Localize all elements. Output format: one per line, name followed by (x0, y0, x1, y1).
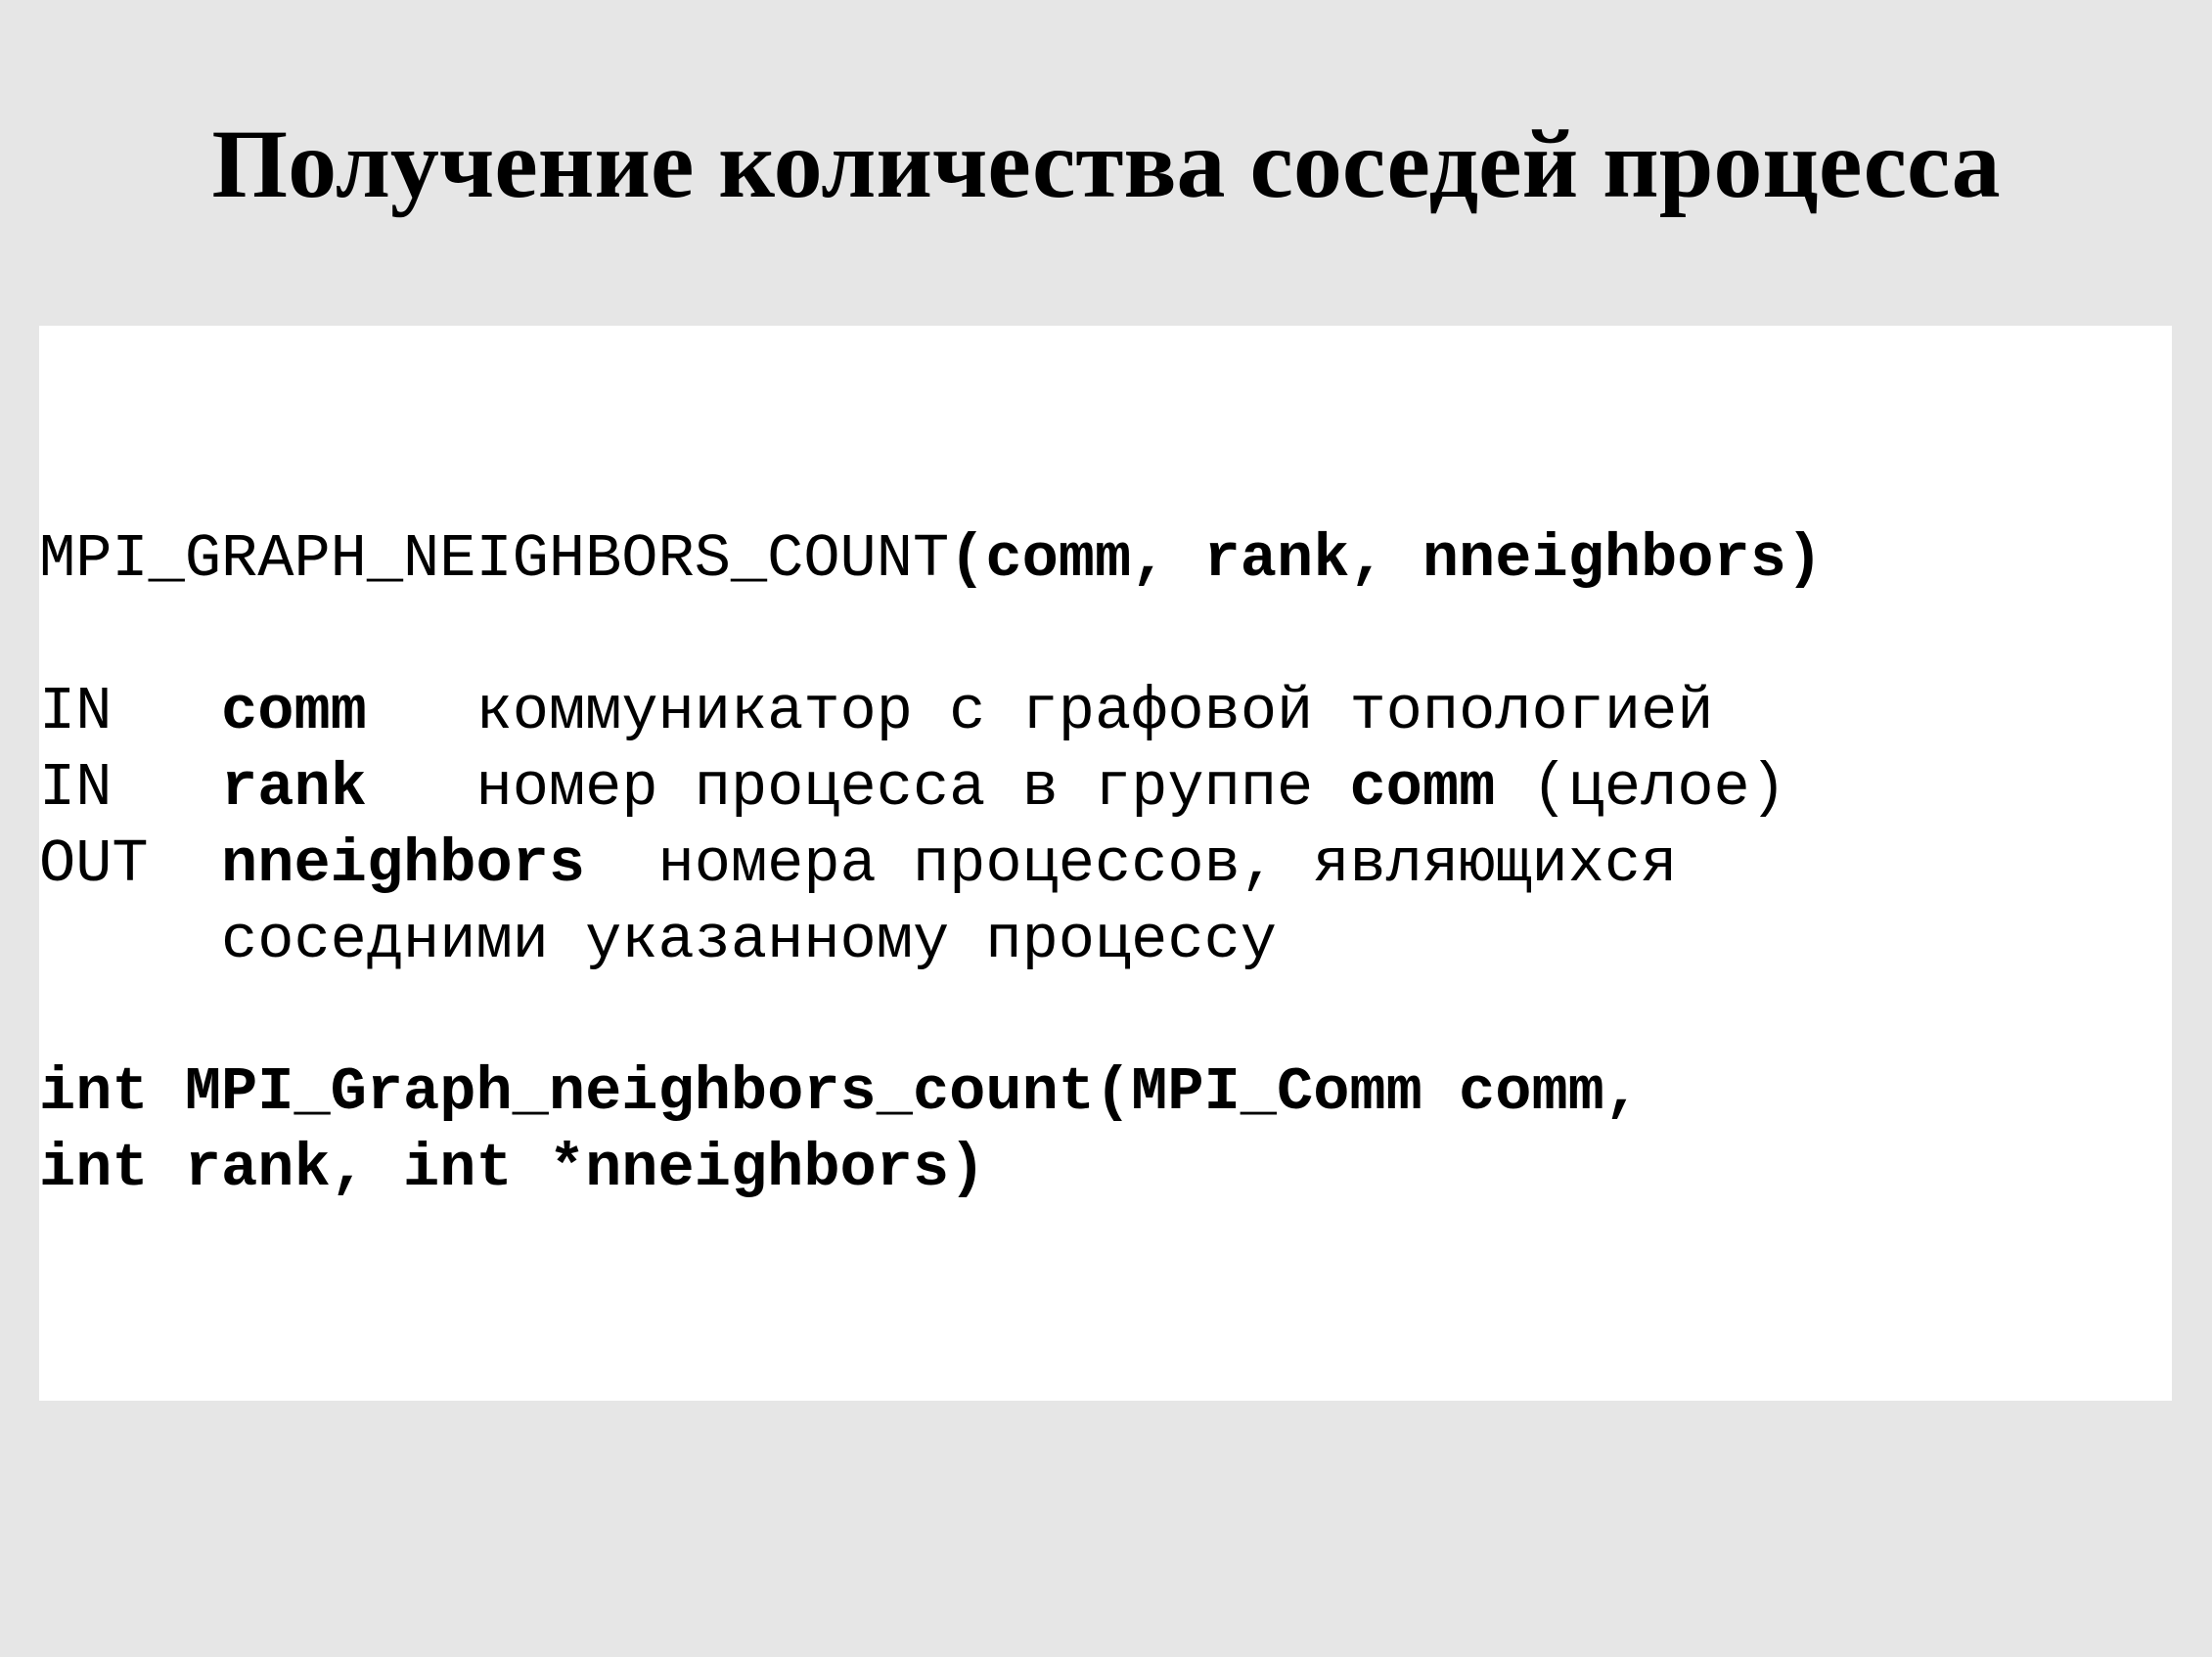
param-row-continuation: соседними указанному процессу (39, 903, 1277, 979)
param-description-continued: соседними указанному процессу (221, 906, 1278, 975)
param-name: nneighbors (221, 829, 586, 899)
param-description: коммуникатор с графовой топологией (475, 677, 1714, 746)
c-binding-line-2: int rank, int *nneighbors) (39, 1134, 986, 1203)
signature-name: MPI_GRAPH_NEIGHBORS_COUNT (39, 524, 950, 594)
param-description-suffix: (целое) (1531, 753, 1786, 823)
slide-title: Получение количества соседей процесса (211, 110, 2001, 218)
param-description: номер процесса в группе (475, 753, 1314, 823)
param-direction: IN (39, 677, 113, 746)
param-row-comm: IN comm коммуникатор с графовой топологи… (39, 674, 1714, 750)
param-name: rank (221, 753, 367, 823)
param-direction: IN (39, 753, 113, 823)
param-name: comm (221, 677, 367, 746)
param-direction: OUT (39, 829, 149, 899)
signature-args: (comm, rank, nneighbors) (949, 524, 1824, 594)
c-binding-line-1: int MPI_Graph_neighbors_count(MPI_Comm c… (39, 1057, 1642, 1127)
param-row-rank: IN rank номер процесса в группе comm (це… (39, 750, 1786, 827)
param-description: номера процессов, являющихся (657, 829, 1678, 899)
param-description-ref: comm (1349, 753, 1496, 823)
content-box: MPI_GRAPH_NEIGHBORS_COUNT(comm, rank, nn… (39, 326, 2172, 1401)
function-signature: MPI_GRAPH_NEIGHBORS_COUNT(comm, rank, nn… (39, 521, 1823, 598)
param-row-nneighbors: OUT nneighbors номера процессов, являющи… (39, 827, 1677, 903)
